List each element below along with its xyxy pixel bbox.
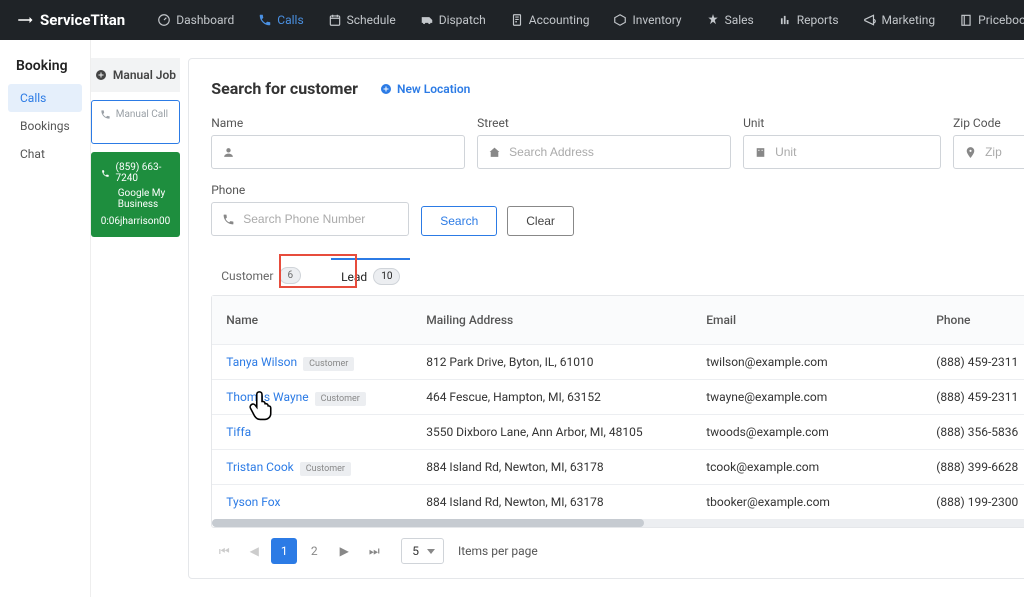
table-row[interactable]: Tanya WilsonCustomer 812 Park Drive, Byt… bbox=[212, 345, 1024, 380]
unit-label: Unit bbox=[743, 116, 941, 130]
table-row[interactable]: Tyson Fox 884 Island Rd, Newton, MI, 631… bbox=[212, 485, 1024, 519]
results-table: Name Mailing Address Email Phone Last Mo… bbox=[211, 295, 1024, 528]
home-icon bbox=[488, 146, 501, 159]
booking-sidebar: Booking Calls Bookings Chat bbox=[0, 40, 91, 597]
clear-button[interactable]: Clear bbox=[507, 206, 574, 236]
last-page-button[interactable]: ⏭ bbox=[361, 538, 387, 564]
page-size-select[interactable]: 5 bbox=[401, 538, 444, 564]
nav-calls[interactable]: Calls bbox=[248, 13, 313, 27]
nav-sales[interactable]: Sales bbox=[696, 13, 764, 27]
nav-inventory[interactable]: Inventory bbox=[603, 13, 691, 27]
unit-input-wrap[interactable] bbox=[743, 135, 941, 169]
sidebar-item-chat[interactable]: Chat bbox=[8, 140, 82, 168]
top-nav: ServiceTitan Dashboard Calls Schedule Di… bbox=[0, 0, 1024, 40]
person-icon bbox=[222, 146, 235, 159]
booking-column: Manual Job Manual Call (859) 663-7240 Go… bbox=[91, 40, 180, 597]
customer-link[interactable]: Tanya Wilson bbox=[226, 355, 297, 369]
table-row[interactable]: Thomas WayneCustomer 464 Fescue, Hampton… bbox=[212, 380, 1024, 415]
building-icon bbox=[754, 146, 767, 159]
nav-accounting[interactable]: Accounting bbox=[500, 13, 600, 27]
customer-link[interactable]: Tristan Cook bbox=[226, 460, 294, 474]
nav-reports[interactable]: Reports bbox=[768, 13, 849, 27]
sidebar-title: Booking bbox=[8, 58, 82, 84]
pin-icon bbox=[964, 146, 977, 159]
call-source: Google My Business bbox=[118, 188, 170, 210]
page-1-button[interactable]: 1 bbox=[271, 538, 297, 564]
call-duration: 0:06 bbox=[101, 216, 120, 227]
name-label: Name bbox=[211, 116, 465, 130]
table-row[interactable]: Tiffa 3550 Dixboro Lane, Ann Arbor, MI, … bbox=[212, 415, 1024, 450]
nav-pricebook[interactable]: Pricebook bbox=[949, 13, 1024, 27]
zip-input[interactable] bbox=[985, 145, 1024, 159]
phone-icon bbox=[222, 213, 235, 226]
tab-customer[interactable]: Customer6 bbox=[211, 258, 311, 295]
customer-link[interactable]: Tyson Fox bbox=[226, 495, 280, 509]
call-number: (859) 663-7240 bbox=[116, 162, 171, 184]
nav-marketing[interactable]: Marketing bbox=[853, 13, 946, 27]
prev-page-button[interactable]: ◀ bbox=[241, 538, 267, 564]
main-area: Search for customer New Location Name St… bbox=[180, 40, 1024, 597]
pagination: ⏮ ◀ 1 2 ▶ ⏭ 5 Items per page 1 - 5 of 10… bbox=[211, 528, 1024, 564]
street-input-wrap[interactable] bbox=[477, 135, 731, 169]
name-input[interactable] bbox=[243, 145, 454, 159]
search-button[interactable]: Search bbox=[421, 206, 497, 236]
first-page-button[interactable]: ⏮ bbox=[211, 538, 237, 564]
page-size-label: Items per page bbox=[458, 544, 538, 558]
street-label: Street bbox=[477, 116, 731, 130]
manual-call-card[interactable]: Manual Call bbox=[91, 100, 180, 144]
customer-link[interactable]: Tiffa bbox=[226, 425, 251, 439]
call-user: jharrison00 bbox=[120, 216, 170, 227]
street-input[interactable] bbox=[509, 145, 720, 159]
horizontal-scrollbar[interactable] bbox=[212, 519, 1024, 527]
zip-label: Zip Code bbox=[953, 116, 1024, 130]
next-page-button[interactable]: ▶ bbox=[331, 538, 357, 564]
active-call-card[interactable]: (859) 663-7240 Google My Business 0:06 j… bbox=[91, 152, 180, 237]
zip-input-wrap[interactable] bbox=[953, 135, 1024, 169]
phone-input-wrap[interactable] bbox=[211, 202, 409, 236]
name-input-wrap[interactable] bbox=[211, 135, 465, 169]
phone-label: Phone bbox=[211, 183, 409, 197]
nav-dispatch[interactable]: Dispatch bbox=[410, 13, 496, 27]
sidebar-item-bookings[interactable]: Bookings bbox=[8, 112, 82, 140]
nav-schedule[interactable]: Schedule bbox=[318, 13, 406, 27]
manual-job-button[interactable]: Manual Job bbox=[91, 58, 180, 92]
table-header-row: Name Mailing Address Email Phone Last Mo… bbox=[212, 296, 1024, 345]
customer-link[interactable]: Thomas Wayne bbox=[226, 390, 308, 404]
phone-input[interactable] bbox=[243, 212, 398, 226]
page-2-button[interactable]: 2 bbox=[301, 538, 327, 564]
sidebar-item-calls[interactable]: Calls bbox=[8, 84, 82, 112]
panel-title: Search for customer bbox=[211, 79, 358, 98]
unit-input[interactable] bbox=[775, 145, 930, 159]
nav-dashboard[interactable]: Dashboard bbox=[147, 13, 244, 27]
table-row[interactable]: Tristan CookCustomer 884 Island Rd, Newt… bbox=[212, 450, 1024, 485]
brand-logo[interactable]: ServiceTitan bbox=[16, 11, 125, 29]
new-location-button[interactable]: New Location bbox=[380, 82, 470, 96]
tab-lead[interactable]: Lead10 bbox=[331, 258, 410, 295]
